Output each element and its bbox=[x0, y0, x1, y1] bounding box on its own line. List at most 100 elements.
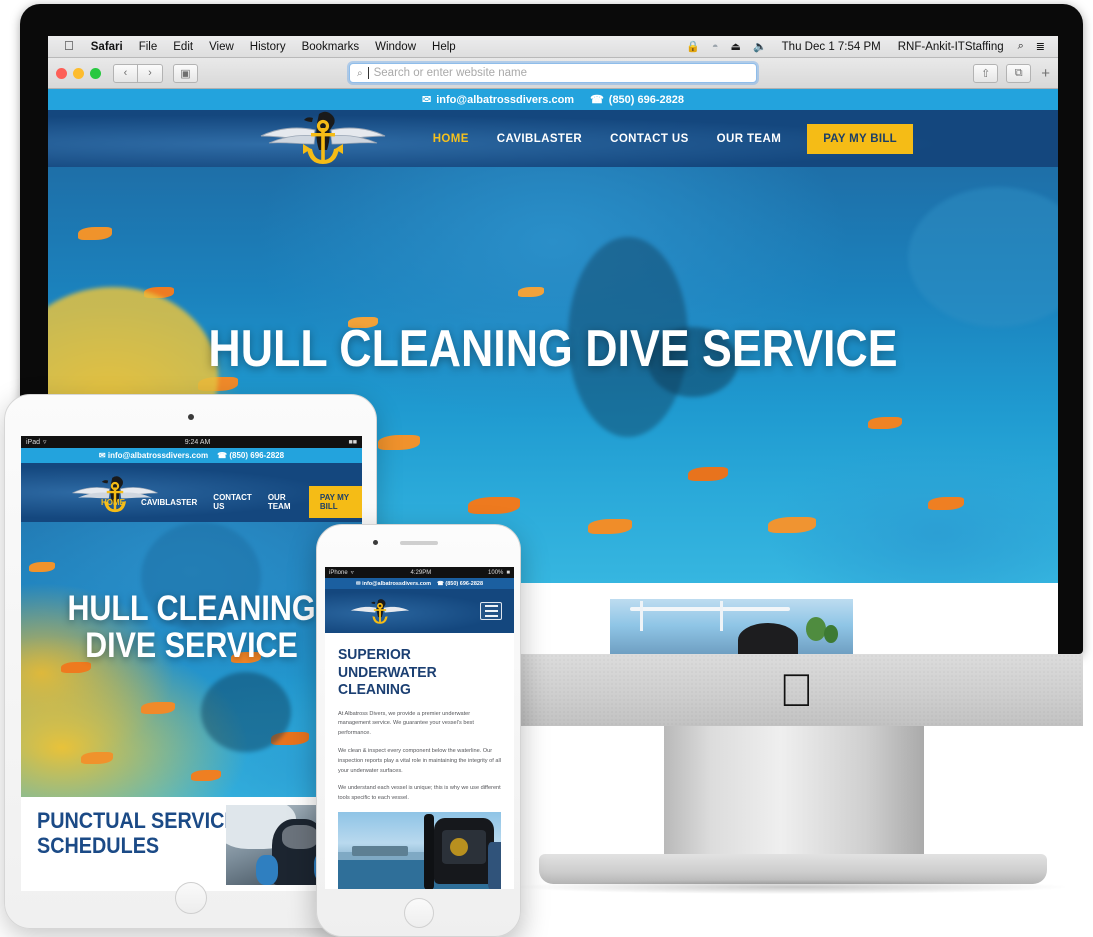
list-icon[interactable]: ≣ bbox=[1030, 40, 1051, 53]
contact-email[interactable]: ✉ info@albatrossdivers.com bbox=[421, 93, 575, 107]
burger-line bbox=[484, 605, 498, 607]
nav-item-contact-us[interactable]: CONTACT US bbox=[596, 133, 703, 145]
safari-toolbar: ‹ › ▣ ⌕ Search or enter website name ⇧ ⧉… bbox=[48, 58, 1058, 89]
site-main-nav: HOME CAVIBLASTER CONTACT US OUR TEAM PAY… bbox=[419, 123, 913, 154]
search-icon[interactable]: ⌕ bbox=[1012, 40, 1030, 53]
site-contact-bar: ✉ info@albatrossdivers.com ☎ (850) 696-2… bbox=[48, 89, 1058, 110]
ipad-camera-icon bbox=[187, 414, 194, 420]
ipad-hero-headline: HULL CLEANING DIVE SERVICE bbox=[43, 590, 340, 664]
burger-line bbox=[484, 615, 498, 617]
nav-item-home[interactable]: HOME bbox=[419, 133, 483, 145]
site-header: HOME CAVIBLASTER CONTACT US OUR TEAM PAY… bbox=[48, 110, 1058, 167]
sidebar-toggle-icon[interactable]: ▣ bbox=[173, 63, 198, 83]
window-traffic-lights[interactable] bbox=[56, 67, 101, 79]
ipad-hero-line-1: HULL CLEANING bbox=[67, 589, 316, 628]
wifi-icon[interactable]: ◓ bbox=[706, 41, 725, 53]
ipad-contact-email[interactable]: ✉ info@albatrossdivers.com bbox=[99, 451, 208, 460]
iphone-site-contact-bar: ✉ info@albatrossdivers.com ☎ (850) 696-2… bbox=[325, 578, 514, 589]
ipad-hero-line-2: DIVE SERVICE bbox=[85, 626, 298, 666]
menu-user-name[interactable]: RNF-Ankit-ITStaffing bbox=[890, 41, 1012, 53]
contact-phone[interactable]: ☎ (850) 696-2828 bbox=[590, 93, 685, 107]
albatross-anchor-logo[interactable] bbox=[253, 110, 393, 167]
envelope-icon: ✉ bbox=[421, 94, 432, 106]
ipad-status-time: 9:24 AM bbox=[184, 438, 211, 446]
nav-item-our-team[interactable]: OUR TEAM bbox=[703, 133, 796, 145]
device-mockup-stage:  Safari File Edit View History Bookmark… bbox=[0, 0, 1093, 937]
imac-stand-neck bbox=[664, 726, 924, 854]
share-icon[interactable]: ⇧ bbox=[973, 63, 999, 83]
iphone-paragraph-3: We understand each vessel is unique; thi… bbox=[338, 785, 501, 802]
ipad-nav-item-caviblaster[interactable]: CAVIBLASTER bbox=[133, 498, 205, 507]
iphone-camera-icon bbox=[372, 540, 378, 545]
back-button[interactable]: ‹ bbox=[113, 63, 138, 83]
iphone-device-label: iPhone bbox=[329, 569, 348, 576]
dive-gear-on-boat-photo bbox=[338, 811, 501, 889]
minimize-icon[interactable] bbox=[73, 67, 84, 79]
menu-item-history[interactable]: History bbox=[242, 41, 294, 53]
pay-my-bill-button[interactable]: PAY MY BILL bbox=[807, 123, 913, 154]
text-caret bbox=[367, 67, 369, 79]
hamburger-menu-icon[interactable] bbox=[480, 602, 502, 620]
iphone-contact-email[interactable]: ✉ info@albatrossdivers.com bbox=[356, 581, 431, 587]
nav-item-caviblaster[interactable]: CAVIBLASTER bbox=[483, 133, 596, 145]
boat-on-water-photo bbox=[610, 599, 853, 654]
ipad-home-button[interactable] bbox=[174, 882, 207, 914]
search-icon: ⌕ bbox=[357, 67, 363, 79]
menu-item-view[interactable]: View bbox=[201, 41, 242, 53]
address-bar-placeholder: Search or enter website name bbox=[373, 67, 528, 79]
zoom-icon[interactable] bbox=[90, 67, 101, 79]
wifi-icon: ▿ bbox=[350, 570, 354, 576]
ipad-contact-phone[interactable]: ☎ (850) 696-2828 bbox=[217, 451, 284, 460]
menu-item-window[interactable]: Window bbox=[367, 41, 424, 53]
ipad-contact-phone-text: (850) 696-2828 bbox=[229, 451, 285, 460]
ipad-nav-item-home[interactable]: HOME bbox=[93, 498, 133, 507]
apple-menu-icon[interactable]:  bbox=[55, 38, 83, 53]
eject-icon[interactable]: ⏏ bbox=[725, 40, 747, 53]
forward-button[interactable]: › bbox=[138, 63, 163, 83]
new-tab-button[interactable]: + bbox=[1039, 65, 1050, 82]
ipad-battery-icon: ■■ bbox=[348, 438, 357, 446]
menu-clock[interactable]: Thu Dec 1 7:54 PM bbox=[773, 41, 890, 53]
close-icon[interactable] bbox=[56, 67, 67, 79]
menu-item-safari[interactable]: Safari bbox=[83, 41, 131, 53]
albatross-anchor-logo[interactable] bbox=[347, 596, 413, 628]
ipad-hero-section: HULL CLEANING DIVE SERVICE bbox=[21, 522, 362, 797]
contact-phone-text: (850) 696-2828 bbox=[608, 93, 685, 106]
ipad-nav-item-contact-us[interactable]: CONTACT US bbox=[205, 493, 260, 511]
ipad-status-bar: iPad ▿ 9:24 AM ■■ bbox=[21, 436, 362, 448]
imac-chin:  bbox=[510, 654, 1083, 726]
lock-icon[interactable]: 🔒 bbox=[680, 40, 706, 53]
iphone-speaker bbox=[399, 541, 438, 545]
macos-menu-bar:  Safari File Edit View History Bookmark… bbox=[48, 36, 1058, 58]
volume-icon[interactable]: 🔈 bbox=[747, 40, 773, 53]
phone-icon: ☎ bbox=[437, 580, 444, 587]
contact-email-text: info@albatrossdivers.com bbox=[436, 93, 575, 106]
wifi-icon: ▿ bbox=[43, 439, 47, 446]
phone-icon: ☎ bbox=[217, 451, 228, 460]
iphone-section-heading: SUPERIOR UNDERWATER CLEANING bbox=[338, 646, 437, 699]
ipad-pay-my-bill-button[interactable]: PAY MY BILL bbox=[308, 486, 362, 518]
menu-item-help[interactable]: Help bbox=[424, 41, 464, 53]
iphone-device: iPhone ▿ 4:29PM 100% ■ ✉ info@albatrossd… bbox=[316, 524, 521, 937]
ipad-carrier: iPad ▿ bbox=[26, 438, 47, 447]
ipad-site-contact-bar: ✉ info@albatrossdivers.com ☎ (850) 696-2… bbox=[21, 448, 362, 463]
address-bar[interactable]: ⌕ Search or enter website name bbox=[349, 63, 757, 83]
iphone-paragraph-1: At Albatross Divers, we provide a premie… bbox=[338, 710, 474, 737]
hero-headline: HULL CLEANING DIVE SERVICE bbox=[208, 320, 898, 378]
phone-icon: ☎ bbox=[590, 94, 604, 106]
menu-item-edit[interactable]: Edit bbox=[165, 41, 201, 53]
iphone-battery-percent: 100% bbox=[488, 569, 504, 576]
menu-item-bookmarks[interactable]: Bookmarks bbox=[294, 41, 368, 53]
iphone-home-button[interactable] bbox=[403, 898, 434, 928]
iphone-content-body: SUPERIOR UNDERWATER CLEANING At Albatros… bbox=[325, 633, 514, 804]
burger-line bbox=[484, 610, 498, 612]
iphone-paragraph-2: We clean & inspect every component below… bbox=[338, 747, 501, 774]
toolbar-right-group: ⇧ ⧉ + bbox=[973, 63, 1050, 83]
iphone-status-bar: iPhone ▿ 4:29PM 100% ■ bbox=[325, 567, 514, 578]
show-tabs-icon[interactable]: ⧉ bbox=[1006, 63, 1032, 83]
iphone-contact-phone[interactable]: ☎ (850) 696-2828 bbox=[437, 581, 483, 587]
ipad-main-nav: HOME CAVIBLASTER CONTACT US OUR TEAM PAY… bbox=[93, 486, 362, 522]
menu-item-file[interactable]: File bbox=[131, 41, 166, 53]
battery-icon: ■ bbox=[506, 569, 510, 576]
ipad-nav-item-our-team[interactable]: OUR TEAM bbox=[260, 493, 303, 511]
